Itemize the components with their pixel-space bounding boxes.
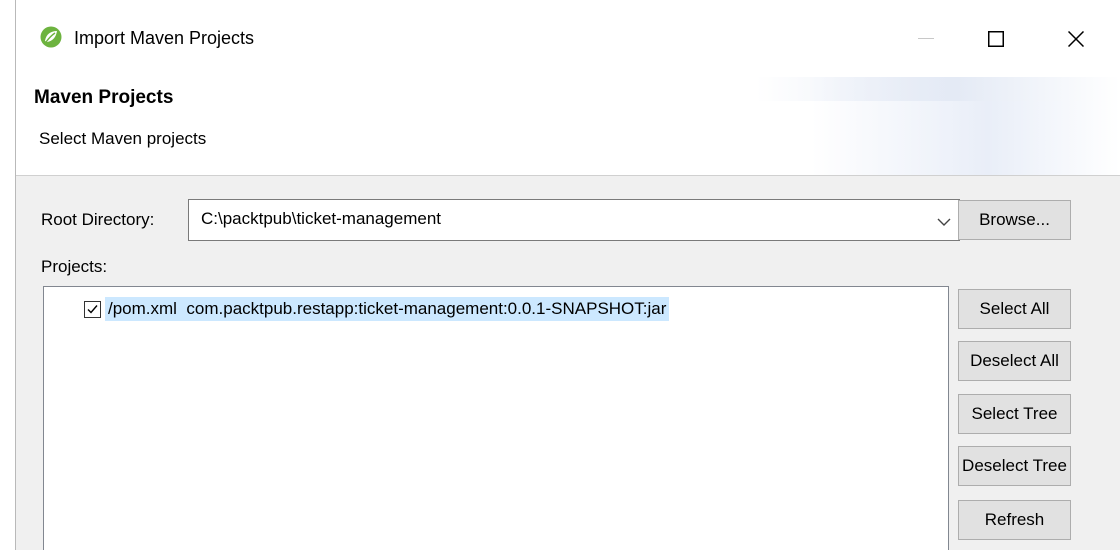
banner-title: Maven Projects xyxy=(34,87,174,108)
root-directory-label: Root Directory: xyxy=(41,210,155,229)
deselect-all-button[interactable]: Deselect All xyxy=(958,341,1071,381)
tree-row[interactable]: /pom.xml com.packtpub.restapp:ticket-man… xyxy=(84,296,670,322)
import-maven-projects-dialog: Import Maven Projects Maven Projects Sel… xyxy=(15,0,1120,550)
root-directory-combo[interactable]: C:\packtpub\ticket-management xyxy=(188,199,960,241)
spring-leaf-icon xyxy=(40,26,62,48)
project-checkbox[interactable] xyxy=(84,300,101,318)
maximize-button[interactable] xyxy=(966,14,1026,64)
banner-description: Select Maven projects xyxy=(39,129,207,148)
select-tree-button[interactable]: Select Tree xyxy=(958,394,1071,434)
check-icon xyxy=(87,304,98,314)
deselect-tree-button[interactable]: Deselect Tree xyxy=(958,446,1071,486)
close-button[interactable] xyxy=(1046,14,1106,64)
projects-tree[interactable]: /pom.xml com.packtpub.restapp:ticket-man… xyxy=(43,286,949,550)
minimize-icon xyxy=(918,38,934,40)
refresh-button[interactable]: Refresh xyxy=(958,500,1071,540)
select-all-button[interactable]: Select All xyxy=(958,289,1071,329)
maximize-icon xyxy=(988,31,1004,47)
banner-decoration xyxy=(756,77,1120,101)
chevron-down-icon[interactable] xyxy=(937,214,951,226)
wizard-banner: Maven Projects Select Maven projects xyxy=(16,77,1120,176)
minimize-button[interactable] xyxy=(896,14,956,64)
close-icon xyxy=(1068,31,1084,47)
title-bar[interactable]: Import Maven Projects xyxy=(16,0,1120,77)
projects-label: Projects: xyxy=(41,257,108,276)
project-label[interactable]: /pom.xml com.packtpub.restapp:ticket-man… xyxy=(105,297,670,321)
window-title: Import Maven Projects xyxy=(74,28,255,48)
browse-button[interactable]: Browse... xyxy=(958,200,1071,240)
root-directory-value[interactable]: C:\packtpub\ticket-management xyxy=(201,209,441,229)
